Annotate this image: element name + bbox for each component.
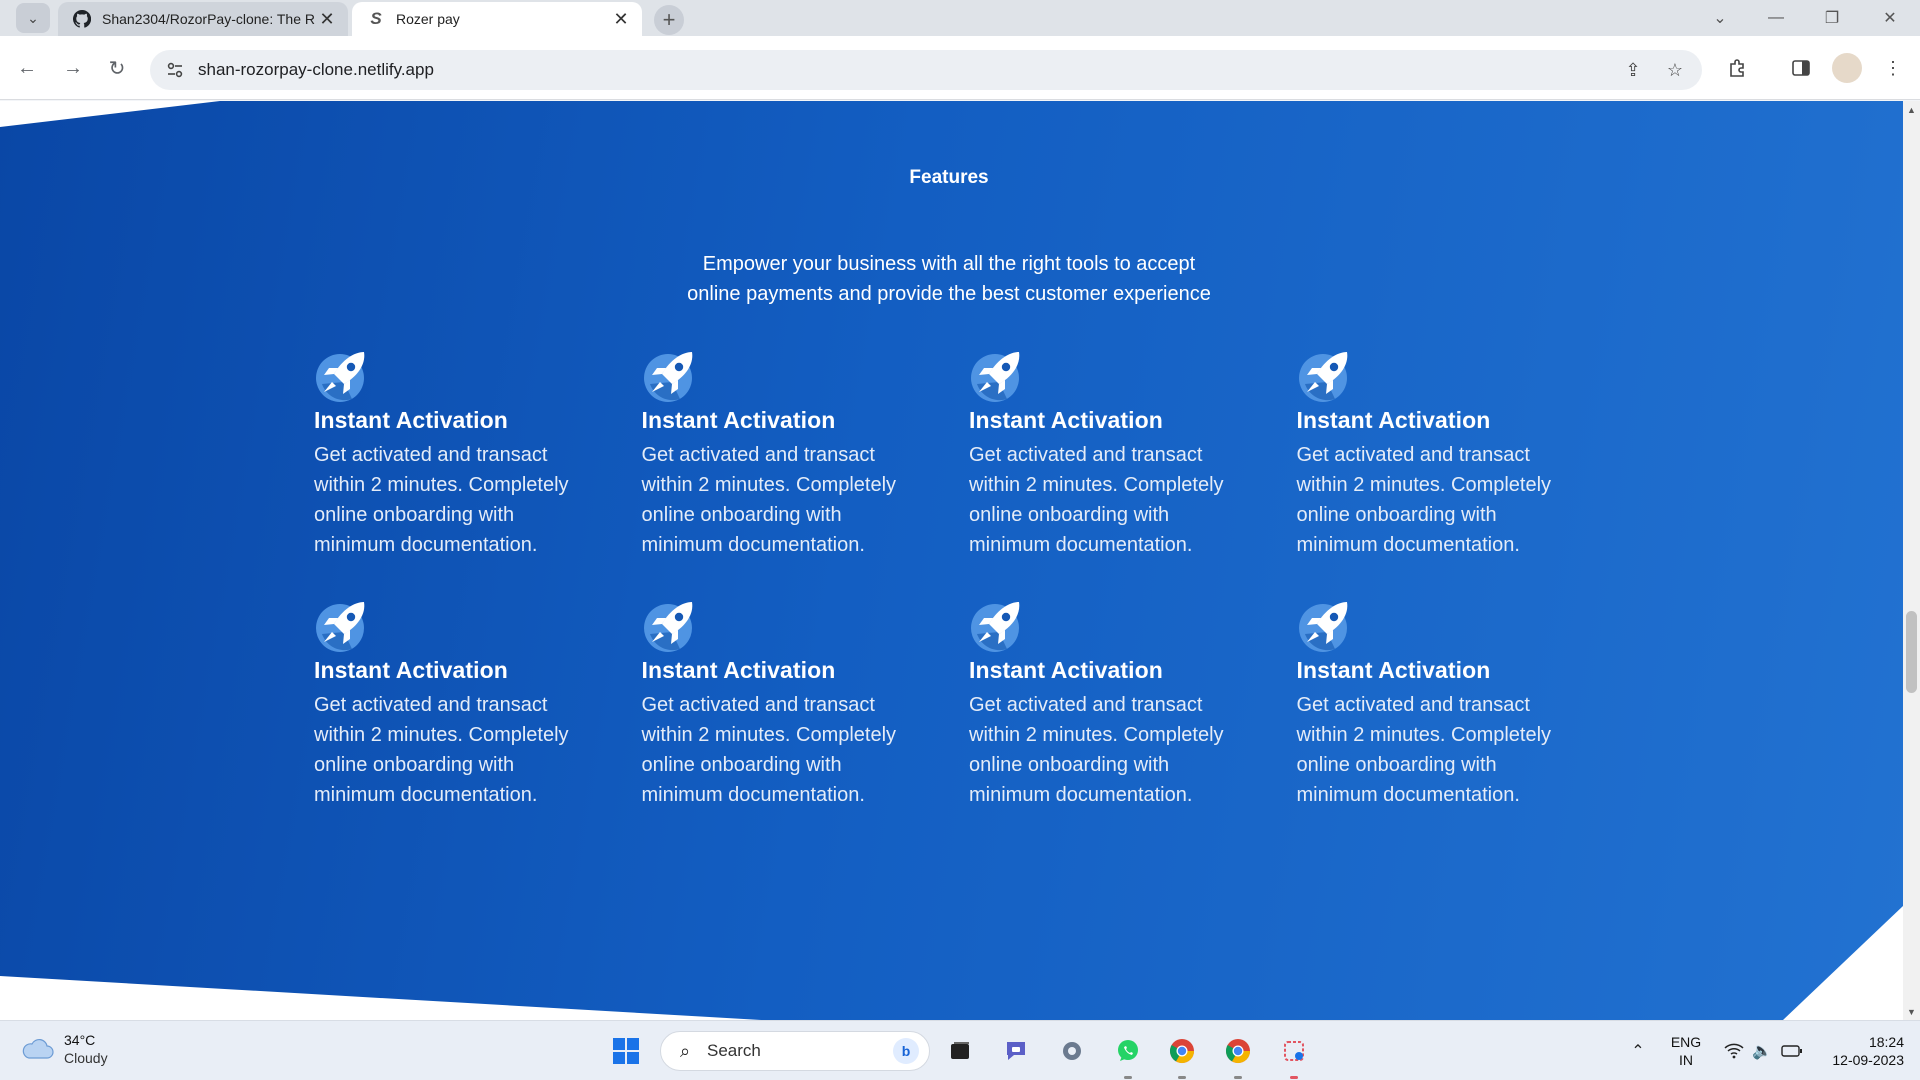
show-hidden-icons-chevron[interactable]: ⌃ (1620, 1033, 1656, 1069)
tab-rozer-pay[interactable]: S Rozer pay ✕ (352, 2, 642, 36)
forward-button[interactable]: → (58, 53, 88, 83)
feature-title: Instant Activation (1296, 657, 1491, 683)
running-indicator (1290, 1076, 1298, 1079)
feature-card: Instant Activation Get activated and tran… (314, 348, 642, 573)
restore-button[interactable]: ❐ (1818, 6, 1846, 30)
feature-title: Instant Activation (641, 407, 836, 433)
feature-description: Get activated and transact within 2 minu… (969, 444, 1224, 556)
scroll-down-arrow[interactable]: ▼ (1903, 1003, 1920, 1020)
rocket-icon (1297, 598, 1353, 654)
url-text: shan-rozorpay-clone.netlify.app (198, 60, 434, 79)
feature-title: Instant Activation (314, 407, 508, 433)
share-icon[interactable]: ⇪ (1618, 55, 1648, 85)
region-code: IN (1679, 1052, 1693, 1068)
bing-icon[interactable]: b (893, 1038, 919, 1064)
weather-widget[interactable]: 34°C Cloudy (20, 1031, 108, 1067)
windows-taskbar: 34°C Cloudy ⌕ Search b ⌃ ENG IN 🔈 18:24 … (0, 1020, 1920, 1080)
bookmark-star-icon[interactable]: ☆ (1660, 55, 1690, 85)
battery-icon[interactable] (1774, 1033, 1810, 1069)
feature-title: Instant Activation (1296, 407, 1491, 433)
reload-button[interactable]: ↻ (102, 53, 132, 83)
feature-description: Get activated and transact within 2 minu… (1296, 444, 1552, 556)
feature-description: Get activated and transact within 2 minu… (314, 444, 569, 556)
clock-time: 18:24 (1868, 1034, 1904, 1050)
tab-dropdown-icon[interactable]: ⌄ (1706, 6, 1734, 30)
close-tab-icon[interactable]: ✕ (316, 8, 338, 30)
new-tab-button[interactable]: + (654, 5, 684, 35)
rocket-icon (314, 348, 370, 404)
site-settings-icon[interactable] (160, 55, 190, 85)
task-view-icon[interactable] (942, 1033, 978, 1069)
feature-title: Instant Activation (314, 657, 508, 683)
browser-toolbar: ← → ↻ shan-rozorpay-clone.netlify.app ⇪ … (0, 36, 1920, 100)
back-button[interactable]: ← (12, 53, 42, 83)
running-indicator (1124, 1076, 1132, 1079)
tab-github[interactable]: Shan2304/RozorPay-clone: The R ✕ (58, 2, 348, 36)
language-code: ENG (1670, 1034, 1702, 1050)
tab-title: Rozer pay (396, 11, 460, 27)
scroll-thumb[interactable] (1906, 611, 1917, 693)
chrome-icon[interactable] (1164, 1033, 1200, 1069)
feature-description: Get activated and transact within 2 minu… (641, 444, 897, 556)
feature-description: Get activated and transact within 2 minu… (1296, 694, 1552, 806)
settings-gear-icon[interactable] (1054, 1033, 1090, 1069)
address-bar[interactable]: shan-rozorpay-clone.netlify.app ⇪ ☆ (150, 50, 1702, 90)
clock-date: 12-09-2023 (1832, 1052, 1904, 1068)
feature-card: Instant Activation Get activated and tran… (642, 598, 970, 823)
search-icon: ⌕ (679, 1040, 691, 1061)
feature-description: Get activated and transact within 2 minu… (314, 694, 569, 806)
rocket-icon (314, 598, 370, 654)
search-label: Search (707, 1041, 761, 1060)
subtitle-line: Empower your business with all the right… (702, 253, 1196, 275)
feature-card: Instant Activation Get activated and tran… (969, 598, 1297, 823)
features-grid: Instant Activation Get activated and tran… (314, 348, 1624, 823)
profile-avatar[interactable] (1832, 53, 1862, 83)
feature-title: Instant Activation (969, 657, 1163, 683)
running-indicator (1234, 1076, 1242, 1079)
page-viewport: Features Empower your business with all … (0, 101, 1903, 1020)
menu-kebab-icon[interactable]: ⋮ (1878, 53, 1908, 83)
snipping-tool-icon[interactable] (1276, 1033, 1312, 1069)
feature-card: Instant Activation Get activated and tran… (642, 348, 970, 573)
tab-title: Shan2304/RozorPay-clone: The R (102, 11, 315, 27)
feature-description: Get activated and transact within 2 minu… (969, 694, 1224, 806)
tab-search-button[interactable]: ⌄ (16, 3, 50, 33)
section-subtitle: Empower your business with all the right… (649, 249, 1249, 309)
extensions-icon[interactable] (1722, 53, 1752, 83)
minimize-button[interactable]: — (1762, 6, 1790, 30)
feature-title: Instant Activation (969, 407, 1163, 433)
clock[interactable]: 18:24 12-09-2023 (1818, 1033, 1904, 1069)
language-indicator[interactable]: ENG IN (1666, 1033, 1706, 1069)
section-title: Features (909, 167, 989, 188)
scroll-up-arrow[interactable]: ▲ (1903, 101, 1920, 118)
weather-temperature: 34°C (64, 1032, 96, 1048)
page-scrollbar[interactable]: ▲ ▼ (1903, 101, 1920, 1020)
feature-card: Instant Activation Get activated and tran… (314, 598, 642, 823)
windows-start-icon[interactable] (608, 1033, 644, 1069)
rocket-icon (642, 348, 698, 404)
feature-description: Get activated and transact within 2 minu… (641, 694, 897, 806)
feature-card: Instant Activation Get activated and tran… (1297, 598, 1625, 823)
close-window-button[interactable]: ✕ (1876, 6, 1904, 30)
side-panel-icon[interactable] (1786, 53, 1816, 83)
subtitle-line: online payments and provide the best cus… (687, 283, 1211, 305)
running-indicator (1178, 1076, 1186, 1079)
feature-title: Instant Activation (641, 657, 836, 683)
s-favicon-icon: S (370, 9, 382, 28)
cloud-icon (22, 1038, 54, 1059)
whatsapp-icon[interactable] (1110, 1033, 1146, 1069)
rocket-icon (642, 598, 698, 654)
rocket-icon (1297, 348, 1353, 404)
close-tab-icon[interactable]: ✕ (610, 8, 632, 30)
chrome-profile-icon[interactable] (1220, 1033, 1256, 1069)
tab-strip: ⌄ Shan2304/RozorPay-clone: The R ✕ S Roz… (0, 0, 1920, 36)
weather-condition: Cloudy (64, 1050, 108, 1066)
rocket-icon (969, 598, 1025, 654)
rocket-icon (969, 348, 1025, 404)
github-icon (72, 9, 92, 29)
taskbar-search[interactable]: ⌕ Search b (660, 1031, 930, 1071)
feature-card: Instant Activation Get activated and tran… (969, 348, 1297, 573)
teams-chat-icon[interactable] (998, 1033, 1034, 1069)
feature-card: Instant Activation Get activated and tran… (1297, 348, 1625, 573)
